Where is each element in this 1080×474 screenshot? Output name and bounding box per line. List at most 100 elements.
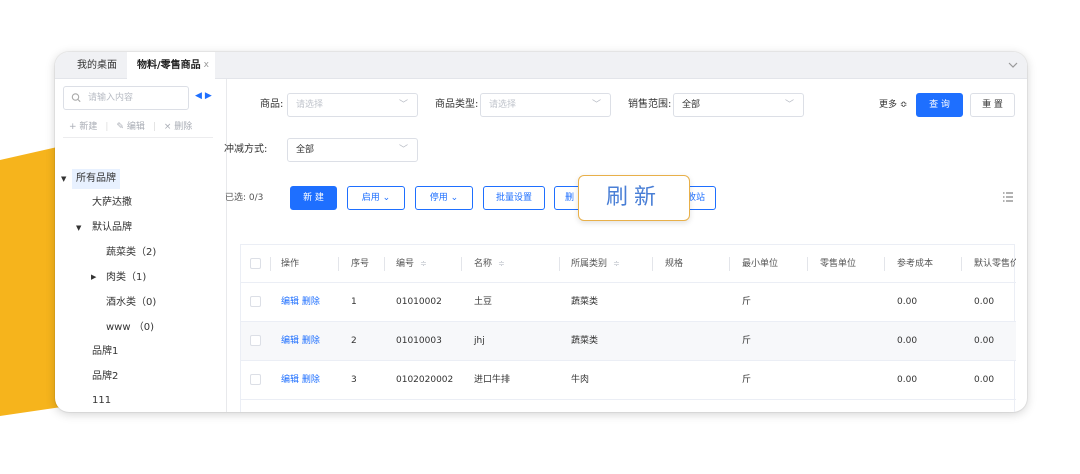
caret-down-icon[interactable]: ▼ [76,224,81,232]
type-select[interactable]: 请选择 ﹀ [480,93,611,117]
edit-link[interactable]: 编辑 [281,336,299,346]
product-select-placeholder: 请选择 [296,100,324,110]
row-cost: 0.00 [897,336,918,346]
sidebar-delete-button[interactable]: × 删除 [164,122,192,132]
chevron-down-icon[interactable] [1007,59,1019,71]
type-select-placeholder: 请选择 [489,100,517,110]
tab-close-icon[interactable]: x [204,52,209,79]
row-code: 01010002 [396,297,442,307]
tree-item[interactable]: 酒水类（0) [106,293,156,313]
row-name: jhj [474,336,485,346]
caret-right-icon[interactable]: ▶ [91,273,96,281]
arrow-right-icon[interactable]: ▶ [205,91,215,101]
tree-item-label: 酒水类（0) [106,297,157,308]
enable-dropdown-button[interactable]: 启用 ⌄ [347,186,405,210]
list-icon[interactable] [1002,190,1014,207]
product-select[interactable]: 请选择 ﹀ [287,93,418,117]
select-all-checkbox[interactable] [250,258,261,269]
tree-item-label: www （0) [106,322,154,333]
divider [559,257,560,271]
new-button[interactable]: 新 建 [290,186,337,210]
tree-item-all-brands[interactable]: 所有品牌 [72,169,120,189]
sidebar-edit-button[interactable]: ✎ 编辑 [116,122,144,132]
col-header-min-unit: 最小单位 [742,259,779,269]
col-header-index: 序号 [351,259,370,269]
sidebar-divider [63,137,213,138]
table-row[interactable]: 编辑 删除 2 01010003 jhj 蔬菜类 斤 0.00 0.00 [241,322,1016,361]
delete-link[interactable]: 删除 [302,297,320,307]
main-content: 商品: 请选择 ﹀ 商品类型: 请选择 ﹀ 销售范围: 全部 ﹀ 更多 ≎ 查 … [224,79,1027,412]
type-filter-label: 商品类型: [435,99,479,110]
offset-select[interactable]: 全部 ﹀ [287,138,418,162]
product-filter-label: 商品: [260,99,284,110]
brand-sidebar: 请输入内容 ◀▶ + 新建 | ✎ 编辑 | × 删除 ▼ 所有品牌 大萨达撒 ▼ 默认… [55,79,227,412]
tree-item[interactable]: 品牌2 [92,367,118,387]
divider [729,257,730,271]
sidebar-search-placeholder: 请输入内容 [88,93,134,103]
row-name: 进口牛排 [474,375,511,385]
caret-down-icon[interactable]: ▼ [61,175,66,183]
tree-item[interactable]: 品牌1 [92,342,118,362]
tree-item[interactable]: 111 [92,391,111,411]
sort-icon[interactable]: ≑ [613,259,620,268]
more-filters-toggle[interactable]: 更多 ≎ [879,93,907,117]
row-price: 0.00 [974,297,995,307]
edit-link[interactable]: 编辑 [281,297,299,307]
divider [884,257,885,271]
range-select[interactable]: 全部 ﹀ [673,93,804,117]
sort-icon[interactable]: ≑ [498,259,505,268]
edit-link[interactable]: 编辑 [281,375,299,385]
delete-link[interactable]: 删除 [302,375,320,385]
arrow-left-icon[interactable]: ◀ [195,91,205,101]
divider [807,257,808,271]
row-price: 0.00 [974,336,995,346]
sidebar-search-input[interactable]: 请输入内容 [63,86,189,110]
tree-item[interactable]: www （0) [106,318,154,338]
row-code: 0102020002 [396,375,454,385]
col-header-spec: 规格 [665,259,684,269]
delete-link[interactable]: 删除 [302,336,320,346]
chevron-down-icon: ⌄ [450,193,459,203]
search-icon [71,87,81,118]
tree-item-default-brand[interactable]: 默认品牌 [92,218,132,238]
col-header-price: 默认零售价 [974,259,1016,269]
tree-item-label: 所有品牌 [76,173,116,184]
table-row[interactable]: 编辑 删除 3 0102020002 进口牛排 牛肉 斤 0.00 0.00 [241,361,1016,400]
divider [384,257,385,271]
tree-item[interactable]: 肉类（1) [106,268,146,288]
reset-button[interactable]: 重 置 [970,93,1015,117]
row-min-unit: 斤 [742,375,752,385]
tree-item-label: 大萨达撒 [92,197,132,208]
tree-item[interactable]: 蔬菜类（2) [106,243,156,263]
col-header-category[interactable]: 所属类别 ≑ [571,245,620,283]
tree-item[interactable]: 大萨达撒 [92,193,132,213]
divider: | [105,122,109,132]
tab-desktop[interactable]: 我的桌面 [67,52,127,79]
disable-button-label: 停用 [429,193,448,203]
row-checkbox[interactable] [250,335,261,346]
query-button[interactable]: 查 询 [916,93,963,117]
sidebar-add-button[interactable]: + 新建 [69,122,97,132]
row-checkbox[interactable] [250,374,261,385]
tree-item-label: 默认品牌 [92,222,132,233]
disable-dropdown-button[interactable]: 停用 ⌄ [415,186,473,210]
col-header-code[interactable]: 编号 ≑ [396,245,427,283]
row-index: 1 [351,297,357,307]
divider [338,257,339,271]
tree-item-label: 品牌2 [92,371,119,382]
col-header-category-label: 所属类别 [571,259,608,269]
col-header-actions: 操作 [281,259,300,269]
row-checkbox[interactable] [250,296,261,307]
batch-settings-button[interactable]: 批量设置 [483,186,545,210]
chevron-down-icon: ﹀ [591,100,601,110]
divider [652,257,653,271]
table-row[interactable]: 编辑 删除 1 01010002 土豆 蔬菜类 斤 0.00 0.00 [241,283,1016,322]
row-price: 0.00 [974,375,995,385]
sidebar-actions: + 新建 | ✎ 编辑 | × 删除 [69,119,200,132]
sort-icon[interactable]: ≑ [420,259,427,268]
tab-retail-goods[interactable]: 物料/零售商品 x [127,52,215,79]
row-index: 2 [351,336,357,346]
col-header-name[interactable]: 名称 ≑ [474,245,505,283]
tree-item-label: 品牌1 [92,346,119,357]
row-cost: 0.00 [897,297,918,307]
